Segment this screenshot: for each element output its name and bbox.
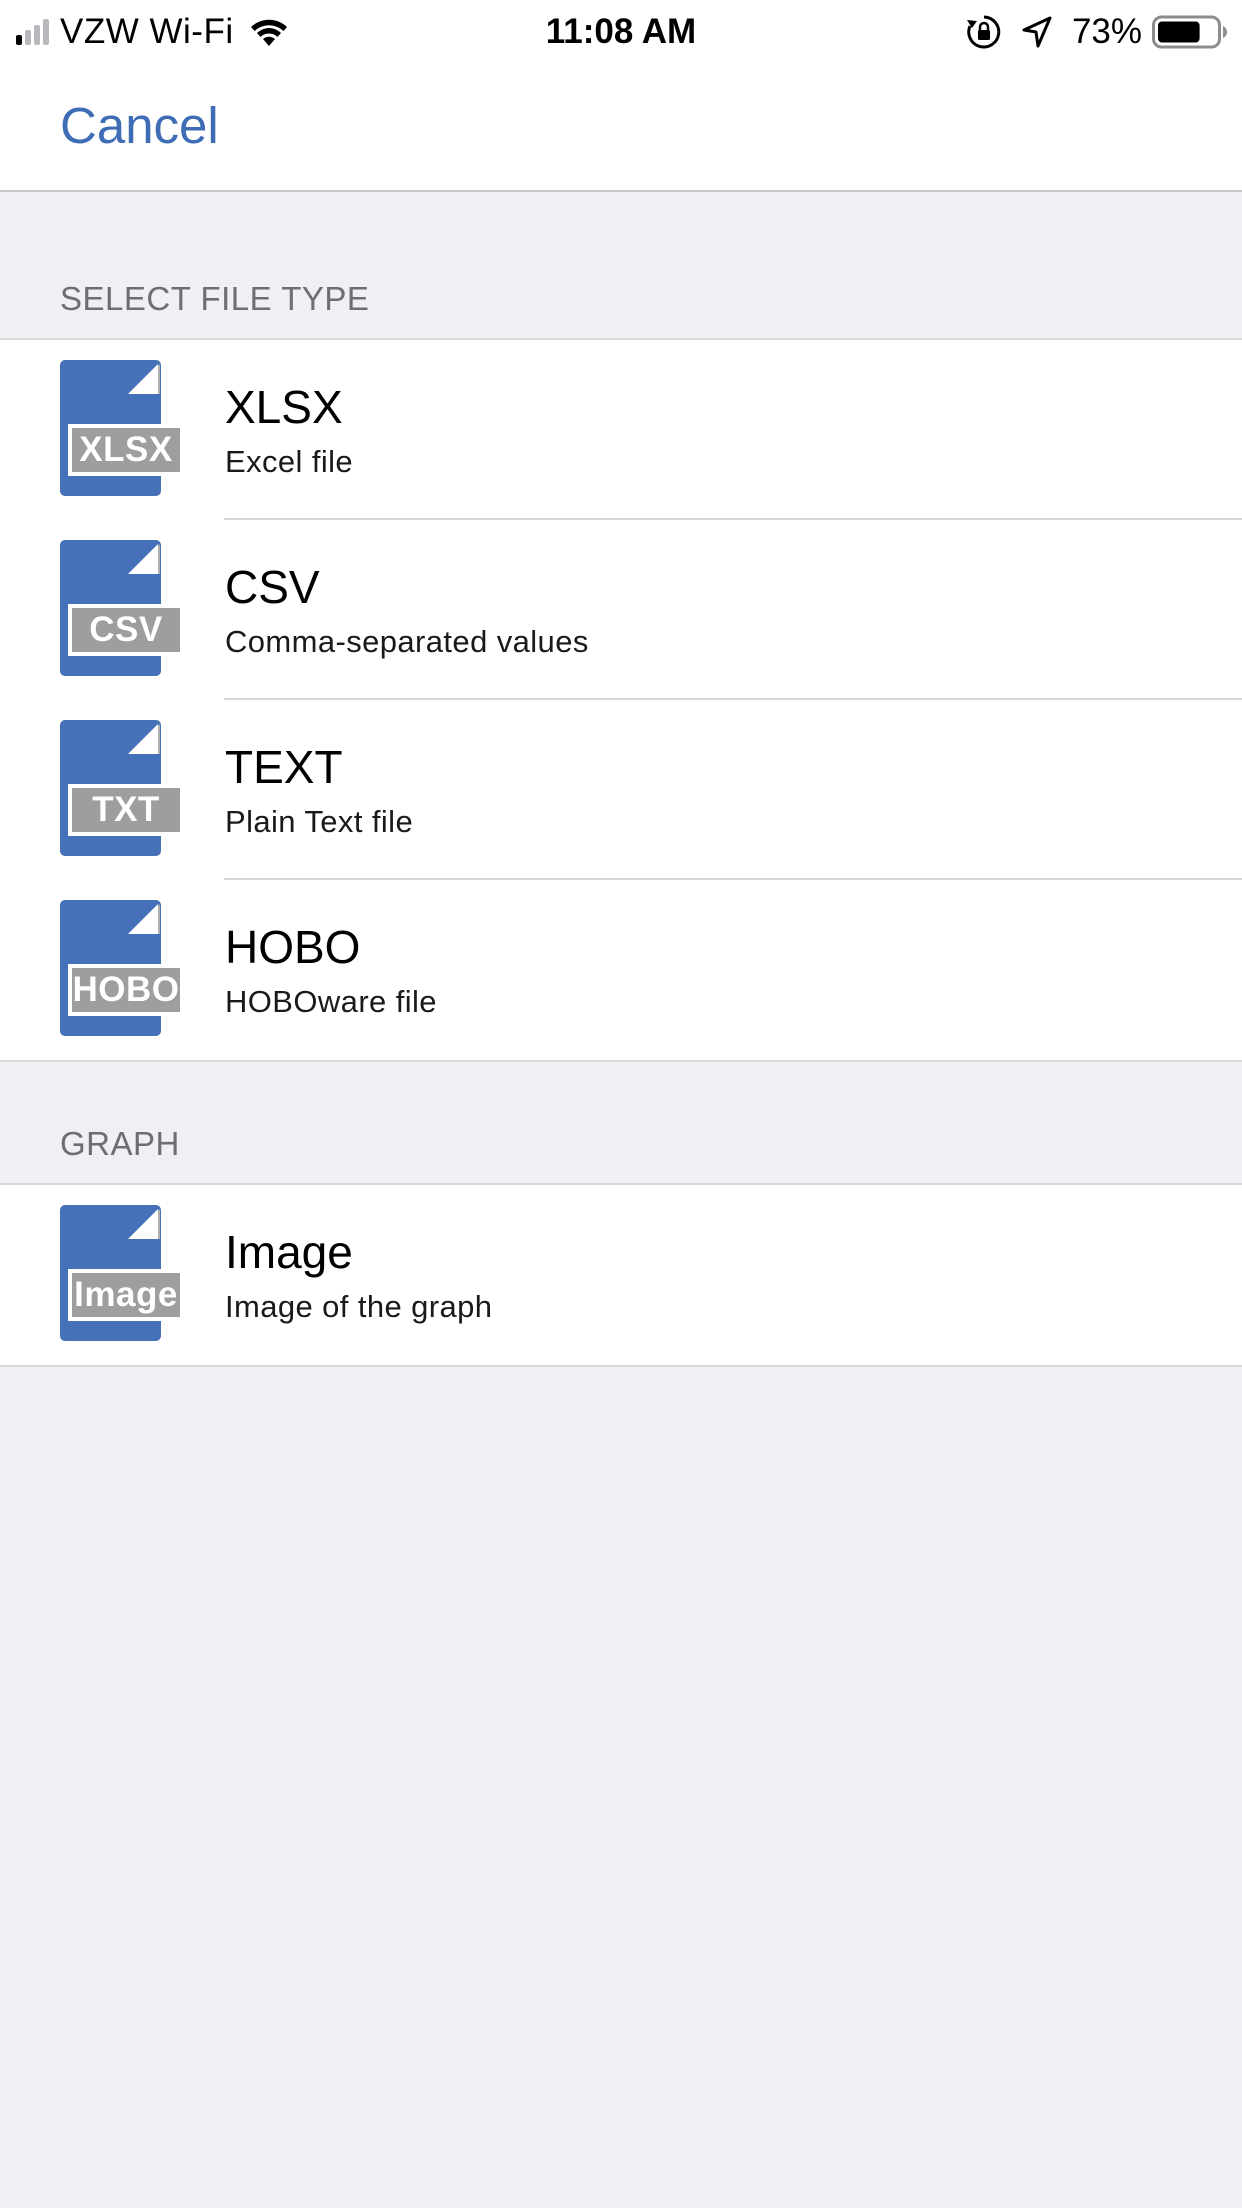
battery-icon (1152, 15, 1227, 49)
file-type-row-hobo[interactable]: HOBO HOBO HOBOware file (0, 880, 1242, 1060)
row-title: Image (225, 1226, 353, 1278)
file-icon-label: XLSX (68, 424, 184, 476)
hobo-file-icon: HOBO (60, 900, 184, 1036)
row-subtitle: Image of the graph (225, 1289, 493, 1324)
image-file-icon: Image (60, 1205, 184, 1341)
row-title: CSV (225, 561, 320, 613)
status-bar: VZW Wi-Fi 11:08 AM 73% (0, 0, 1242, 62)
row-subtitle: HOBOware file (225, 984, 437, 1019)
file-icon-label: HOBO (68, 964, 184, 1016)
file-type-row-csv[interactable]: CSV CSV Comma-separated values (0, 520, 1242, 700)
row-title: XLSX (225, 381, 343, 433)
row-title: TEXT (225, 741, 343, 793)
section-header-select-file-type: SELECT FILE TYPE (60, 280, 370, 317)
row-subtitle: Plain Text file (225, 804, 414, 839)
location-arrow-icon (1022, 16, 1052, 48)
xlsx-file-icon: XLSX (60, 360, 184, 496)
file-type-list: XLSX XLSX Excel file CSV CSV Comma-separ… (0, 338, 1242, 1062)
battery-percent: 73% (1071, 12, 1142, 51)
section-header-graph: GRAPH (60, 1125, 180, 1162)
row-subtitle: Comma-separated values (225, 624, 589, 659)
file-icon-label: CSV (68, 604, 184, 656)
status-bar-right: 73% (966, 10, 1228, 54)
graph-row-image[interactable]: Image Image Image of the graph (0, 1185, 1242, 1365)
graph-export-list: Image Image Image of the graph (0, 1183, 1242, 1367)
file-icon-label: TXT (68, 784, 184, 836)
file-type-row-text[interactable]: TXT TEXT Plain Text file (0, 700, 1242, 880)
txt-file-icon: TXT (60, 720, 184, 856)
row-subtitle: Excel file (225, 444, 354, 479)
rotation-lock-icon (966, 15, 1001, 49)
cancel-button[interactable]: Cancel (60, 96, 219, 155)
csv-file-icon: CSV (60, 540, 184, 676)
file-icon-label: Image (68, 1269, 184, 1321)
file-type-row-xlsx[interactable]: XLSX XLSX Excel file (0, 340, 1242, 520)
row-title: HOBO (225, 921, 361, 973)
navigation-bar: Cancel (0, 62, 1242, 192)
